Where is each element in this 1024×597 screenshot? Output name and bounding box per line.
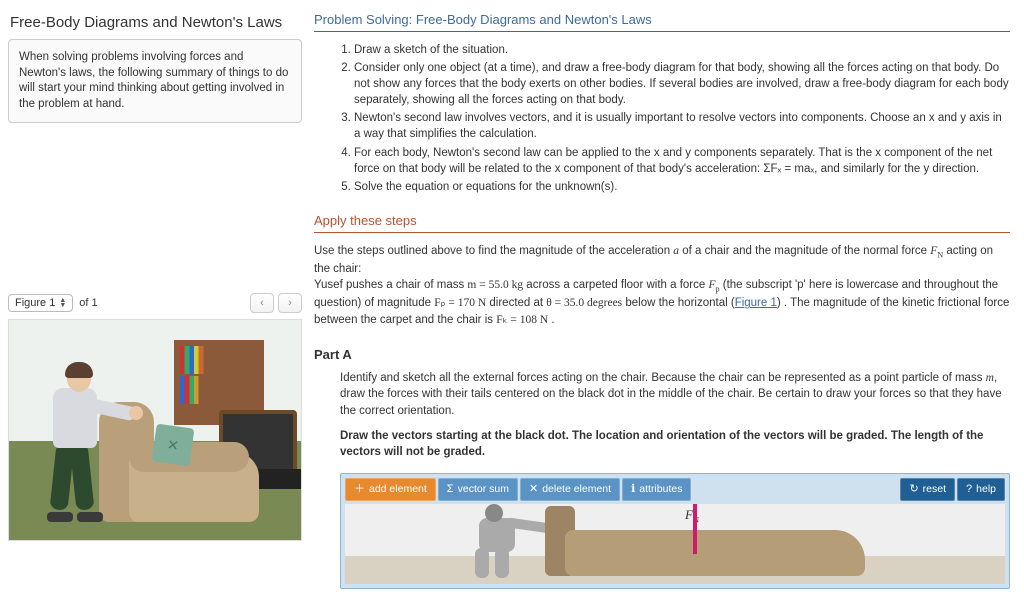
step-2: Consider only one object (at a time), an… [354,60,1010,108]
part-a-title: Part A [314,347,1010,362]
figure-1-link[interactable]: Figure 1 [735,297,777,309]
refresh-icon: ↻ [909,484,918,495]
page-title: Free-Body Diagrams and Newton's Laws [8,8,302,39]
step-4: For each body, Newton's second law can b… [354,145,1010,177]
step-1: Draw a sketch of the situation. [354,42,1010,58]
problem-solving-steps: Draw a sketch of the situation. Consider… [314,42,1010,195]
drawing-canvas[interactable]: FN [345,504,1005,584]
stepper-arrows-icon: ▲▼ [59,298,66,308]
section-problem-solving-heading: Problem Solving: Free-Body Diagrams and … [314,12,1010,32]
canvas-chair-graphic [545,506,865,576]
info-icon: ℹ [631,484,635,495]
figure-selector-bar: Figure 1 ▲▼ of 1 ‹ › [8,293,302,313]
sigma-icon: Σ [447,484,454,495]
vector-sum-button[interactable]: Σvector sum [438,478,518,501]
figure-prev-button[interactable]: ‹ [250,293,274,313]
vector-drawing-widget: ＋add element Σvector sum ✕delete element… [340,473,1010,589]
add-element-button[interactable]: ＋add element [345,478,436,501]
delete-element-button[interactable]: ✕delete element [520,478,620,501]
apply-body: Use the steps outlined above to find the… [314,243,1010,329]
part-a-paragraph-1: Identify and sketch all the external for… [340,370,1010,420]
armchair-graphic [99,402,259,522]
step-3: Newton's second law involves vectors, an… [354,110,1010,142]
figure-select[interactable]: Figure 1 ▲▼ [8,294,73,312]
attributes-button[interactable]: ℹattributes [622,478,691,501]
figure-1-image [8,319,302,541]
reset-button[interactable]: ↻reset [900,478,955,501]
step-5: Solve the equation or equations for the … [354,179,1010,195]
figure-select-label: Figure 1 [15,297,55,309]
section-apply-heading: Apply these steps [314,213,1010,233]
question-icon: ? [966,484,972,495]
plus-icon: ＋ [354,484,365,495]
intro-box: When solving problems involving forces a… [8,39,302,123]
close-icon: ✕ [529,484,538,495]
help-button[interactable]: ?help [957,478,1005,501]
figure-of-text: of 1 [79,297,97,309]
drawing-toolbar: ＋add element Σvector sum ✕delete element… [345,478,1005,501]
figure-next-button[interactable]: › [278,293,302,313]
person-graphic [29,362,119,522]
part-a-instruction: Draw the vectors starting at the black d… [340,428,1010,461]
